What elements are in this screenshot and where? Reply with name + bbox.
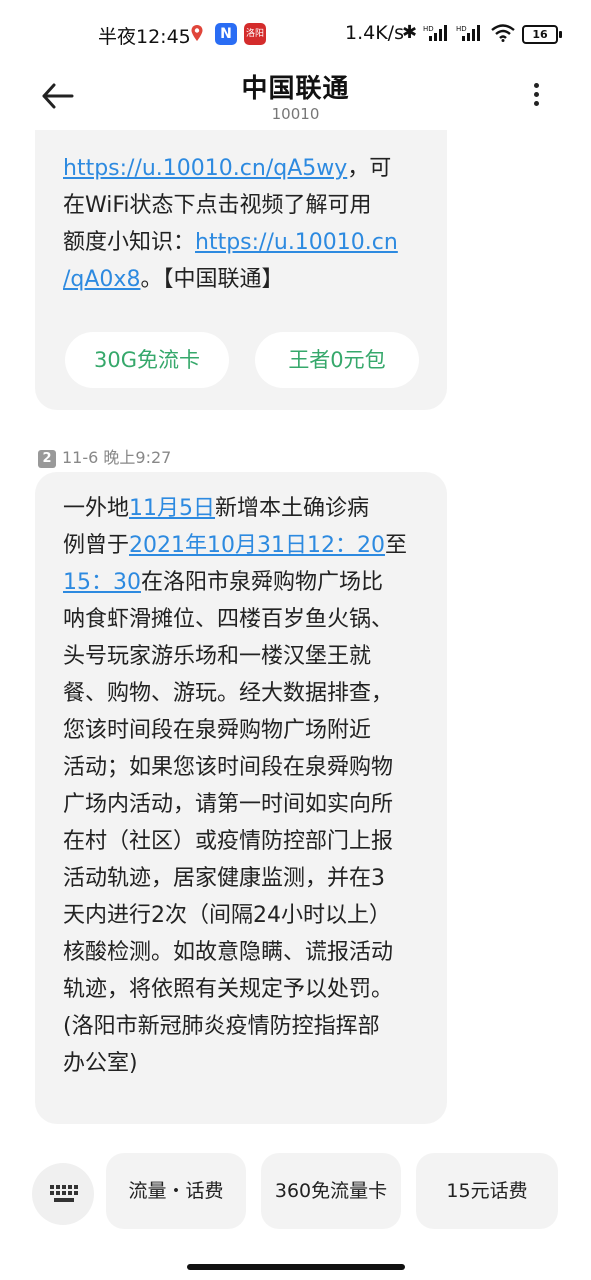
conversation-header: 中国联通 10010 [0,68,591,130]
quick-reply-15-yuan[interactable]: 15元话费 [416,1153,558,1229]
message-link[interactable]: https://u.10010.cn/qA5wy [63,156,347,181]
signal-icon-sim2: HD [456,25,480,41]
message-timestamp: 2 11-6 晚上9:27 [38,444,171,468]
battery-icon: 16 [522,25,562,44]
suggestion-chip[interactable]: 王者0元包 [255,332,419,388]
time-link[interactable]: 15：30 [63,570,141,595]
message-link[interactable]: https://u.10010.cn [195,230,398,255]
status-bar: 半夜12:45 N 洛阳 1.4K/s ✱ HD HD 16 [0,0,591,68]
more-options-button[interactable] [524,80,548,110]
message-line: 广场内活动，请第一时间如实向所 [63,792,394,817]
message-line: https://u.10010.cn/qA5wy，可 [63,156,392,181]
contact-number: 10010 [271,105,320,123]
message-line: 您该时间段在泉舜购物广场附近 [63,718,372,743]
message-line: 天内进行2次（间隔24小时以上） [63,903,391,928]
message-line: 例曾于2021年10月31日12：20至 [63,533,407,558]
home-indicator[interactable] [187,1264,405,1270]
location-icon [191,25,203,41]
contact-name: 中国联通 [241,74,350,104]
message-line: 在村（社区）或疫情防控部门上报 [63,829,394,854]
suggestion-chip[interactable]: 30G免流卡 [65,332,229,388]
message-line: 头号玩家游乐场和一楼汉堡王就 [63,644,372,669]
more-dots-icon [533,83,539,88]
message-line: 活动；如果您该时间段在泉舜购物 [63,755,394,780]
quick-reply-360-card[interactable]: 360免流量卡 [261,1153,401,1229]
news-app-icon: 洛阳 [244,23,266,45]
message-line: 额度小知识：https://u.10010.cn [63,230,398,255]
message-line: (洛阳市新冠肺炎疫情防控指挥部 [63,1014,380,1039]
status-time: 半夜12:45 [98,26,191,48]
message-line: /qA0x8。【中国联通】 [63,267,284,292]
message-line: 一外地11月5日新增本土确诊病 [63,496,370,521]
svg-text:HD: HD [456,25,467,33]
app-notification-icon: N [215,23,237,45]
message-bubble[interactable]: 一外地11月5日新增本土确诊病 例曾于2021年10月31日12：20至 15：… [35,472,447,1124]
message-bubble[interactable]: https://u.10010.cn/qA5wy，可 在WiFi状态下点击视频了… [35,118,447,410]
message-line: 办公室) [63,1051,138,1076]
sim-card-icon: 2 [38,449,56,468]
network-speed: 1.4K/s [345,22,404,44]
message-line: 活动轨迹，居家健康监测，并在3 [63,866,385,891]
message-line: 核酸检测。如故意隐瞒、谎报活动 [63,940,394,965]
message-line: 在WiFi状态下点击视频了解可用 [63,193,372,218]
date-link[interactable]: 11月5日 [129,496,215,521]
keyboard-icon [50,1185,78,1202]
signal-icon: HD [423,25,447,41]
message-link[interactable]: /qA0x8 [63,267,140,292]
keyboard-button[interactable] [32,1163,94,1225]
quick-action-bar: 流量・话费 360免流量卡 15元话费 [0,1150,591,1230]
message-line: 呐食虾滑摊位、四楼百岁鱼火锅、 [63,607,394,632]
quick-reply-data-fee[interactable]: 流量・话费 [106,1153,246,1229]
wifi-icon [491,24,515,42]
message-line: 15：30在洛阳市泉舜购物广场比 [63,570,384,595]
datetime-link[interactable]: 2021年10月31日12：20 [129,533,385,558]
bluetooth-icon: ✱ [402,22,418,43]
message-line: 轨迹，将依照有关规定予以处罚。 [63,977,394,1002]
svg-text:HD: HD [423,25,434,33]
message-line: 餐、购物、游玩。经大数据排查， [63,681,394,706]
